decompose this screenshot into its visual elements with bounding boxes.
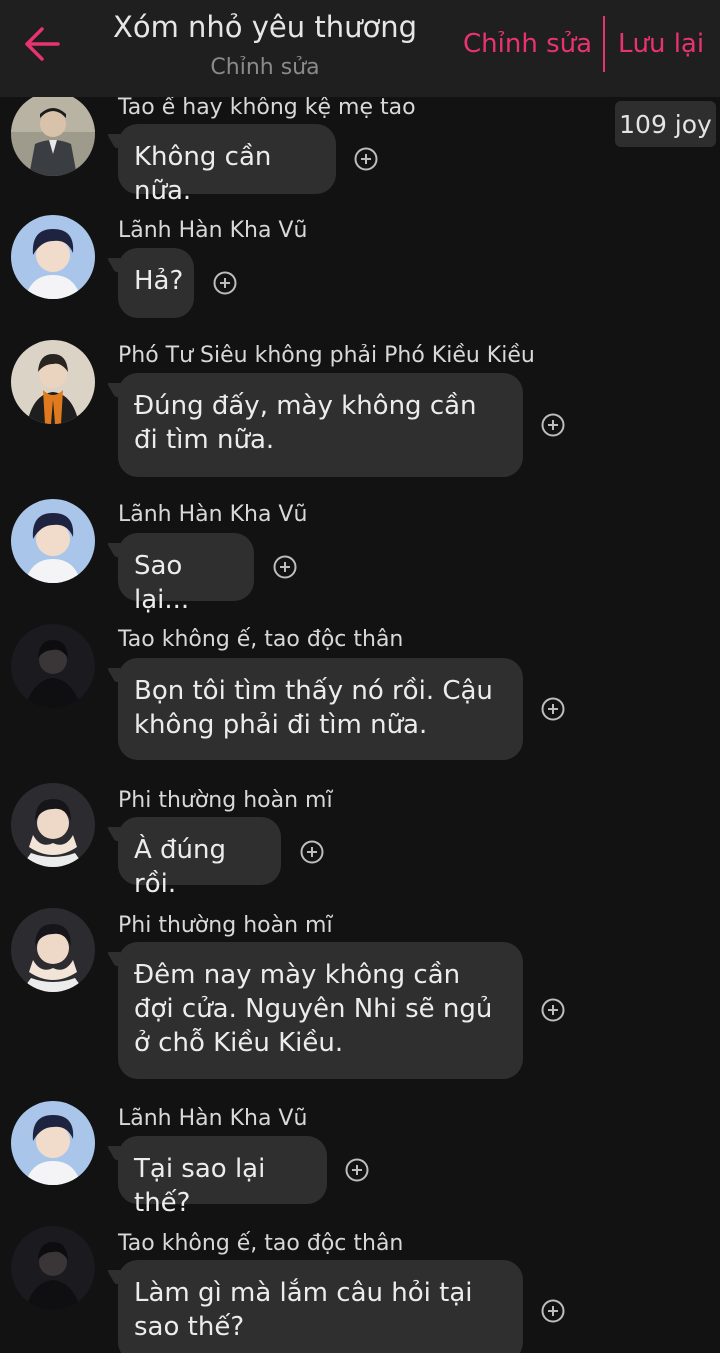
add-reaction-icon[interactable] <box>541 1299 565 1323</box>
page-title: Xóm nhỏ yêu thương <box>112 10 418 44</box>
message-bubble[interactable]: Không cần nữa. <box>118 124 336 206</box>
message-bubble[interactable]: Tại sao lại thế? <box>118 1136 327 1218</box>
add-reaction-icon[interactable] <box>541 697 565 721</box>
app-header: Xóm nhỏ yêu thương Chỉnh sửa Chỉnh sửa L… <box>0 0 720 97</box>
avatar[interactable] <box>11 783 95 867</box>
sender-name: Lãnh Hàn Kha Vũ <box>118 1106 308 1131</box>
message-text: Đêm nay mày không cần đợi cửa. Nguyên Nh… <box>134 960 493 1058</box>
message-text: Sao lại... <box>134 551 190 615</box>
message-bubble[interactable]: Đúng đấy, mày không cần đi tìm nữa. <box>118 373 523 477</box>
message-text: Làm gì mà lắm câu hỏi tại sao thế? <box>134 1278 473 1342</box>
message-bubble[interactable]: Bọn tôi tìm thấy nó rồi. Cậu không phải … <box>118 658 523 760</box>
joy-badge: 109 joy <box>615 101 716 147</box>
avatar[interactable] <box>11 1226 95 1310</box>
avatar[interactable] <box>11 92 95 176</box>
message-feed[interactable]: Tao ế hay không kệ mẹ tao Không cần nữa.… <box>0 0 720 1353</box>
message-text: Bọn tôi tìm thấy nó rồi. Cậu không phải … <box>134 676 493 740</box>
avatar[interactable] <box>11 499 95 583</box>
sender-name: Lãnh Hàn Kha Vũ <box>118 218 308 243</box>
message-text: Tại sao lại thế? <box>134 1154 266 1218</box>
avatar[interactable] <box>11 340 95 424</box>
add-reaction-icon[interactable] <box>354 147 378 171</box>
add-reaction-icon[interactable] <box>541 998 565 1022</box>
message-bubble[interactable]: À đúng rồi. <box>118 817 281 899</box>
sender-name: Lãnh Hàn Kha Vũ <box>118 502 308 527</box>
message-bubble[interactable]: Hả? <box>118 248 194 318</box>
message-text: Đúng đấy, mày không cần đi tìm nữa. <box>134 391 477 455</box>
add-reaction-icon[interactable] <box>541 413 565 437</box>
message-text: Hả? <box>134 266 184 296</box>
add-reaction-icon[interactable] <box>345 1158 369 1182</box>
message-text: Không cần nữa. <box>134 142 272 206</box>
sender-name: Tao không ế, tao độc thân <box>118 1231 404 1256</box>
avatar[interactable] <box>11 215 95 299</box>
header-divider <box>603 16 605 72</box>
save-button[interactable]: Lưu lại <box>618 29 704 59</box>
message-bubble[interactable]: Sao lại... <box>118 533 254 615</box>
back-arrow-icon[interactable] <box>22 22 62 66</box>
sender-name: Phi thường hoàn mĩ <box>118 913 333 938</box>
avatar[interactable] <box>11 908 95 992</box>
add-reaction-icon[interactable] <box>213 271 237 295</box>
add-reaction-icon[interactable] <box>273 555 297 579</box>
avatar[interactable] <box>11 1101 95 1185</box>
avatar[interactable] <box>11 624 95 708</box>
page-subtitle: Chỉnh sửa <box>210 55 320 80</box>
sender-name: Phi thường hoàn mĩ <box>118 788 333 813</box>
sender-name: Tao không ế, tao độc thân <box>118 627 404 652</box>
message-bubble[interactable]: Đêm nay mày không cần đợi cửa. Nguyên Nh… <box>118 942 523 1079</box>
sender-name: Tao ế hay không kệ mẹ tao <box>118 95 416 120</box>
message-bubble[interactable]: Làm gì mà lắm câu hỏi tại sao thế? <box>118 1260 523 1353</box>
add-reaction-icon[interactable] <box>300 840 324 864</box>
sender-name: Phó Tư Siêu không phải Phó Kiều Kiều <box>118 343 535 368</box>
message-text: À đúng rồi. <box>134 835 227 899</box>
edit-button[interactable]: Chỉnh sửa <box>463 29 592 59</box>
